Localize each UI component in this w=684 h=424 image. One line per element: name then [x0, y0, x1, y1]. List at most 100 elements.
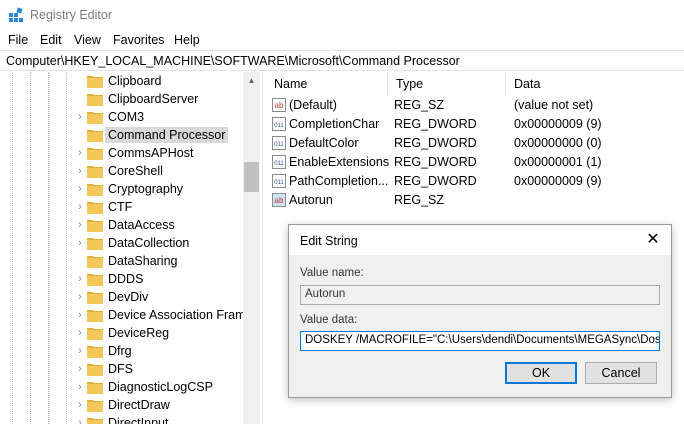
value-data: 0x00000001 (1) — [514, 155, 602, 169]
tree-item[interactable]: › DirectInput — [70, 414, 250, 424]
chevron-right-icon[interactable]: › — [74, 307, 86, 323]
tree-item[interactable]: › CommsAPHost — [70, 144, 250, 162]
tree-item[interactable]: › DataCollection — [70, 234, 250, 252]
tree-item[interactable]: › DeviceReg — [70, 324, 250, 342]
list-header: Name Type Data — [266, 72, 684, 96]
address-bar[interactable]: Computer\HKEY_LOCAL_MACHINE\SOFTWARE\Mic… — [0, 50, 684, 71]
svg-text:ab: ab — [275, 196, 284, 205]
chevron-right-icon[interactable]: › — [74, 361, 86, 377]
folder-icon — [87, 400, 103, 412]
tree-item-label: CoreShell — [108, 164, 163, 178]
value-data: 0x00000000 (0) — [514, 136, 602, 150]
edit-string-dialog: Edit String ✕ Value name: Autorun Value … — [288, 224, 672, 398]
folder-icon — [87, 238, 103, 250]
column-header-type[interactable]: Type — [388, 72, 506, 96]
tree-item[interactable]: Clipboard — [70, 72, 250, 90]
tree-item[interactable]: ClipboardServer — [70, 90, 250, 108]
tree-item-label: CommsAPHost — [108, 146, 194, 160]
scroll-up-arrow-icon[interactable]: ▲ — [243, 72, 260, 89]
value-data-input[interactable]: DOSKEY /MACROFILE="C:\Users\dendi\Docume… — [300, 331, 660, 351]
key-tree[interactable]: Clipboard ClipboardServer › COM3 Command Pro… — [0, 72, 260, 424]
tree-item[interactable]: › Device Association Frame — [70, 306, 253, 324]
tree-item[interactable]: › DirectDraw — [70, 396, 250, 414]
folder-icon — [87, 112, 103, 124]
chevron-right-icon[interactable]: › — [74, 217, 86, 233]
tree-item[interactable]: › DevDiv — [70, 288, 250, 306]
tree-item-label: DirectDraw — [108, 398, 170, 412]
tree-scrollbar[interactable]: ▲ — [243, 72, 260, 424]
tree-item[interactable]: › CTF — [70, 198, 250, 216]
chevron-right-icon[interactable]: › — [74, 289, 86, 305]
chevron-right-icon[interactable]: › — [74, 271, 86, 287]
tree-item[interactable]: › DataAccess — [70, 216, 250, 234]
chevron-right-icon[interactable]: › — [74, 163, 86, 179]
menu-favorites[interactable]: Favorites — [113, 33, 164, 47]
menu-bar: File Edit View Favorites Help — [0, 30, 684, 50]
tree-item[interactable]: › Cryptography — [70, 180, 250, 198]
tree-item[interactable]: › CoreShell — [70, 162, 250, 180]
value-name: EnableExtensions — [289, 155, 390, 169]
cancel-button[interactable]: Cancel — [585, 362, 657, 384]
tree-item-label: Device Association Frame — [108, 308, 253, 322]
menu-help[interactable]: Help — [174, 33, 200, 47]
chevron-right-icon[interactable]: › — [74, 415, 86, 424]
folder-icon — [87, 292, 103, 304]
value-type: REG_SZ — [394, 193, 445, 207]
value-name: Autorun — [289, 193, 333, 207]
tree-item[interactable]: › COM3 — [70, 108, 250, 126]
value-row[interactable]: 011 CompletionChar REG_DWORD 0x00000009 (9) — [266, 115, 684, 134]
value-name: (Default) — [289, 98, 337, 112]
chevron-right-icon[interactable]: › — [74, 199, 86, 215]
tree-item-label: DataCollection — [108, 236, 190, 250]
column-header-name[interactable]: Name — [266, 72, 388, 96]
svg-text:ab: ab — [275, 101, 284, 110]
address-path[interactable]: Computer\HKEY_LOCAL_MACHINE\SOFTWARE\Mic… — [6, 54, 460, 68]
registry-editor-icon — [9, 7, 23, 22]
chevron-right-icon[interactable]: › — [74, 325, 86, 341]
value-row[interactable]: 011 EnableExtensions REG_DWORD 0x00000001 (… — [266, 153, 684, 172]
value-name-field: Autorun — [300, 285, 660, 305]
chevron-right-icon[interactable]: › — [74, 109, 86, 125]
tree-item[interactable]: › DiagnosticLogCSP — [70, 378, 250, 396]
folder-icon — [87, 364, 103, 376]
value-row[interactable]: ab Autorun REG_SZ — [266, 191, 684, 210]
tree-item[interactable]: Command Processor — [70, 126, 250, 144]
chevron-right-icon[interactable]: › — [74, 235, 86, 251]
tree-item[interactable]: DataSharing — [70, 252, 250, 270]
tree-guide-line — [12, 72, 13, 424]
tree-item-label: DiagnosticLogCSP — [108, 380, 213, 394]
chevron-right-icon[interactable]: › — [74, 145, 86, 161]
value-row[interactable]: 011 DefaultColor REG_DWORD 0x00000000 (0) — [266, 134, 684, 153]
menu-file[interactable]: File — [8, 33, 28, 47]
menu-view[interactable]: View — [74, 33, 101, 47]
chevron-right-icon[interactable]: › — [74, 181, 86, 197]
pane-splitter[interactable] — [262, 72, 265, 424]
chevron-right-icon[interactable]: › — [74, 379, 86, 395]
ok-button[interactable]: OK — [505, 362, 577, 384]
tree-item[interactable]: › DDDS — [70, 270, 250, 288]
close-icon[interactable]: ✕ — [643, 231, 663, 249]
chevron-right-icon[interactable]: › — [74, 397, 86, 413]
tree-item[interactable]: › Dfrg — [70, 342, 250, 360]
title-bar: Registry Editor — [0, 0, 684, 30]
column-header-data[interactable]: Data — [506, 72, 684, 96]
binary-value-icon: 011 — [272, 174, 286, 188]
binary-value-icon: 011 — [272, 117, 286, 131]
tree-item-label: DataSharing — [108, 254, 178, 268]
value-name: DefaultColor — [289, 136, 359, 150]
binary-value-icon: 011 — [272, 136, 286, 150]
tree-item[interactable]: › DFS — [70, 360, 250, 378]
scroll-thumb[interactable] — [244, 162, 259, 192]
svg-text:011: 011 — [274, 142, 284, 148]
value-row[interactable]: 011 PathCompletion... REG_DWORD 0x00000009 … — [266, 172, 684, 191]
tree-item-label: DirectInput — [108, 416, 169, 424]
tree-item-label: DataAccess — [108, 218, 175, 232]
svg-text:011: 011 — [274, 123, 284, 129]
chevron-right-icon[interactable]: › — [74, 343, 86, 359]
value-data: 0x00000009 (9) — [514, 117, 602, 131]
folder-icon — [87, 346, 103, 358]
value-name: CompletionChar — [289, 117, 380, 131]
value-row[interactable]: ab (Default) REG_SZ (value not set) — [266, 96, 684, 115]
menu-edit[interactable]: Edit — [40, 33, 62, 47]
value-type: REG_DWORD — [394, 136, 477, 150]
